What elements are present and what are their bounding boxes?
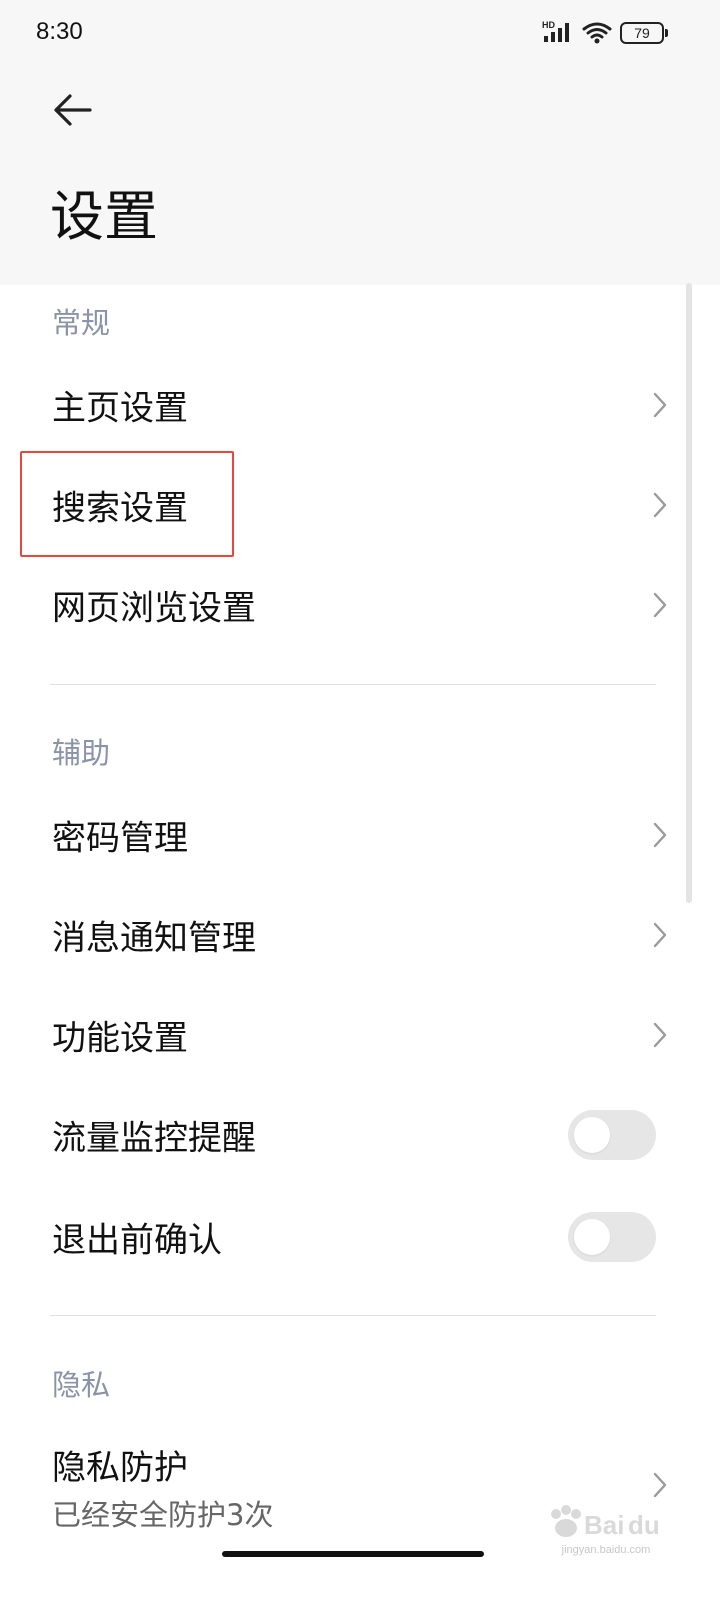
section-title-general: 常规 [52, 306, 111, 340]
settings-item-notifications[interactable]: 消息通知管理 [0, 885, 720, 985]
svg-text:Bai: Bai [584, 1510, 624, 1540]
section-title-assist: 辅助 [52, 736, 111, 770]
toggle-knob [574, 1219, 610, 1255]
svg-text:du: du [628, 1510, 660, 1540]
chevron-right-icon [653, 822, 667, 848]
status-bar: 8:30 HD 79 [0, 0, 720, 66]
chevron-right-icon [653, 1472, 667, 1498]
settings-item-sublabel: 已经安全防护3次 [52, 1498, 274, 1532]
signal-icon: HD [542, 20, 569, 42]
watermark-text: jingyan.baidu.com [561, 1544, 651, 1556]
chevron-right-icon [653, 1022, 667, 1048]
watermark: Bai du jingyan.baidu.com [540, 1500, 672, 1560]
settings-item-homepage[interactable]: 主页设置 [0, 355, 720, 455]
status-time: 8:30 [36, 18, 83, 45]
section-divider [50, 684, 656, 685]
baidu-jingyan-logo: Bai du [551, 1505, 660, 1540]
settings-item-traffic-monitor: 流量监控提醒 [0, 1085, 720, 1185]
section-title-privacy: 隐私 [52, 1368, 111, 1402]
settings-item-label: 隐私防护 [52, 1448, 188, 1488]
hd-label: HD [542, 20, 555, 30]
settings-item-label: 消息通知管理 [52, 918, 256, 959]
battery-icon: 79 [620, 22, 668, 44]
home-indicator[interactable] [222, 1551, 484, 1557]
status-icons: HD 79 [542, 20, 680, 46]
chevron-right-icon [653, 492, 667, 518]
settings-item-label: 主页设置 [52, 388, 188, 429]
settings-item-label: 退出前确认 [52, 1220, 222, 1261]
highlight-box [20, 451, 234, 557]
toggle-knob [574, 1117, 610, 1153]
settings-item-exit-confirm: 退出前确认 [0, 1187, 720, 1287]
settings-item-label: 网页浏览设置 [52, 588, 256, 629]
chevron-right-icon [653, 392, 667, 418]
settings-item-features[interactable]: 功能设置 [0, 985, 720, 1085]
settings-item-label: 密码管理 [52, 818, 188, 859]
arrow-left-icon [54, 94, 92, 126]
back-button[interactable] [48, 88, 96, 132]
section-divider [50, 1315, 656, 1316]
wifi-icon [582, 22, 612, 44]
page-title: 设置 [50, 185, 158, 248]
settings-item-label: 流量监控提醒 [52, 1118, 256, 1159]
settings-item-browsing[interactable]: 网页浏览设置 [0, 555, 720, 655]
exit-confirm-toggle[interactable] [568, 1212, 656, 1262]
traffic-monitor-toggle[interactable] [568, 1110, 656, 1160]
chevron-right-icon [653, 592, 667, 618]
chevron-right-icon [653, 922, 667, 948]
settings-item-label: 功能设置 [52, 1018, 188, 1059]
settings-item-password[interactable]: 密码管理 [0, 785, 720, 885]
